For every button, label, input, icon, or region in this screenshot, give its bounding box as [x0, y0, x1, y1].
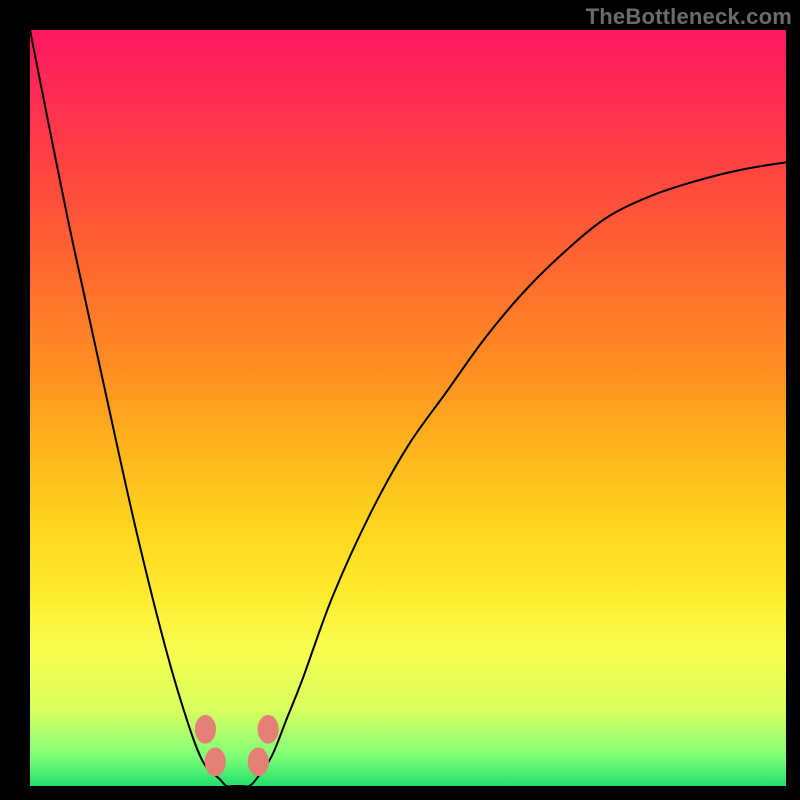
curve-layer [30, 30, 786, 786]
bottleneck-curve-path [30, 30, 786, 786]
watermark-text: TheBottleneck.com [586, 4, 792, 30]
marker-right-upper [258, 715, 279, 744]
marker-right-lower [248, 748, 269, 777]
marker-left-lower [205, 748, 226, 777]
chart-frame: TheBottleneck.com [0, 0, 800, 800]
plot-area [30, 30, 786, 786]
marker-left-upper [195, 715, 216, 744]
